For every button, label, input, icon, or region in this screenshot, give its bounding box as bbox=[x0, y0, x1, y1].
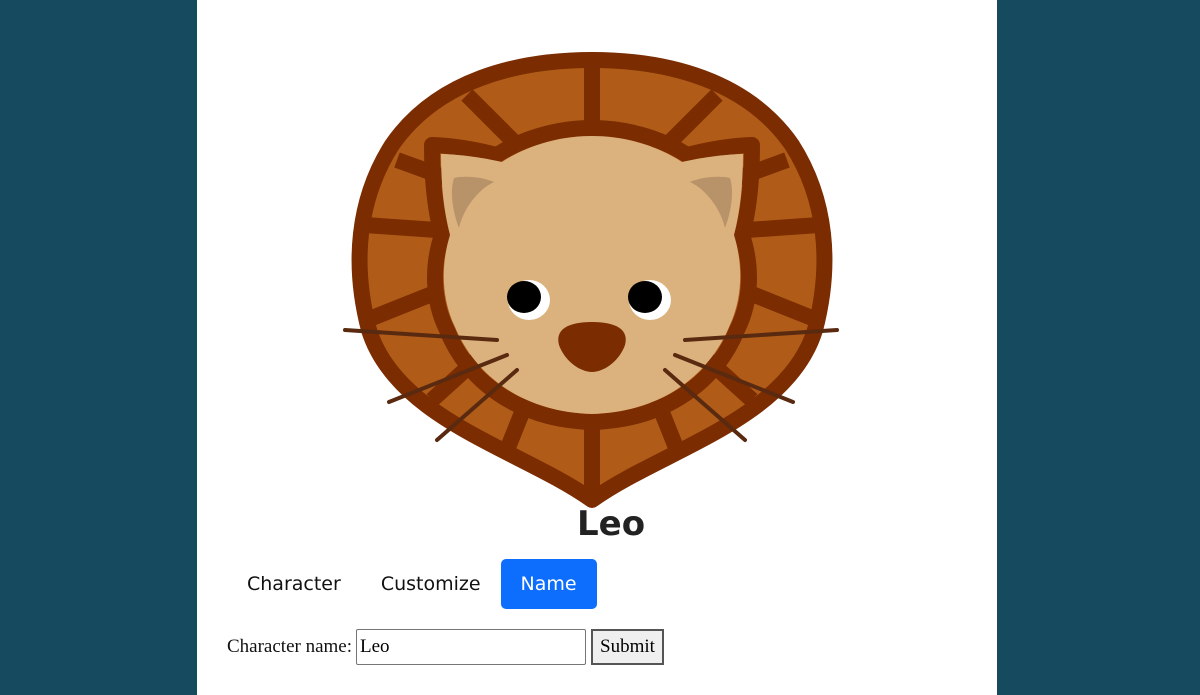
character-name-form: Character name: Submit bbox=[227, 629, 664, 665]
character-name-label: Character name: bbox=[227, 636, 353, 657]
tab-bar: Character Customize Name bbox=[227, 559, 597, 609]
lion-face bbox=[441, 136, 743, 414]
tab-character[interactable]: Character bbox=[227, 559, 361, 609]
tab-customize[interactable]: Customize bbox=[361, 559, 501, 609]
character-name-heading: Leo bbox=[577, 504, 646, 544]
lion-avatar bbox=[343, 52, 839, 508]
tab-name[interactable]: Name bbox=[500, 559, 597, 609]
page-container: Leo Character Customize Name Character n… bbox=[197, 0, 997, 695]
submit-button[interactable]: Submit bbox=[591, 629, 664, 665]
character-name-input[interactable] bbox=[356, 629, 587, 665]
